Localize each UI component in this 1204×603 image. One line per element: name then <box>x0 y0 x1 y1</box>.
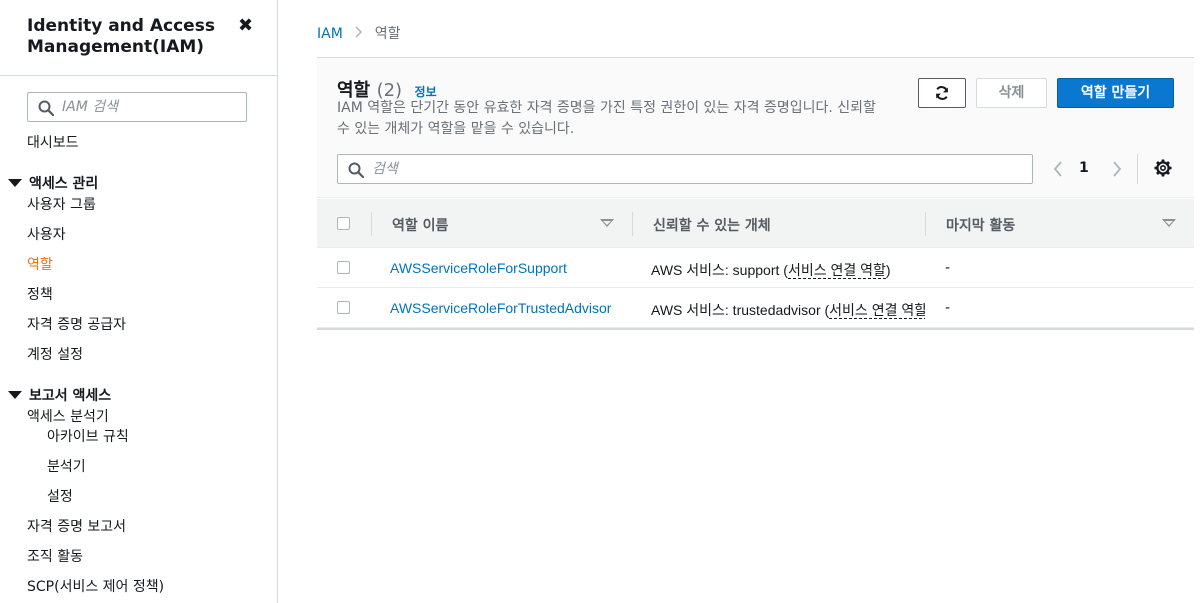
sidebar-section-access-management[interactable]: 액세스 관리 <box>8 173 98 193</box>
service-linked-role-label[interactable]: 서비스 연결 역할 <box>829 302 925 319</box>
sidebar-item-credential-report[interactable]: 자격 증명 보고서 <box>27 516 126 536</box>
sidebar-item-organization-activity[interactable]: 조직 활동 <box>27 546 83 566</box>
sidebar-item-analyzer-settings[interactable]: 설정 <box>47 486 73 506</box>
row-checkbox[interactable] <box>337 261 350 274</box>
column-header-trusted-entities[interactable]: 신뢰할 수 있는 개체 <box>653 215 771 235</box>
info-link[interactable]: 정보 <box>415 85 437 99</box>
sort-icon[interactable] <box>1162 219 1176 227</box>
table-row[interactable]: AWSServiceRoleForSupport AWS 서비스: suppor… <box>317 248 1194 288</box>
table-search[interactable] <box>337 154 1033 184</box>
column-divider <box>925 212 926 236</box>
gear-icon[interactable] <box>1154 159 1172 177</box>
breadcrumb: IAM 역할 <box>317 23 401 43</box>
chevron-right-icon <box>355 26 363 42</box>
sidebar-item-analyzers[interactable]: 분석기 <box>47 456 86 476</box>
sidebar-item-account-settings[interactable]: 계정 설정 <box>27 344 83 364</box>
caret-down-icon <box>8 391 22 399</box>
create-role-button[interactable]: 역할 만들기 <box>1057 78 1174 108</box>
column-header-last-activity[interactable]: 마지막 활동 <box>946 215 1015 235</box>
sort-icon[interactable] <box>600 219 614 227</box>
sidebar-item-policies[interactable]: 정책 <box>27 284 53 304</box>
search-icon <box>38 100 54 116</box>
sidebar: Identity and Access Management(IAM) ✖ 대시… <box>0 0 278 603</box>
breadcrumb-current: 역할 <box>374 26 401 42</box>
sidebar-title: Identity and Access Management(IAM) <box>27 16 215 57</box>
table-bottom-border <box>317 328 1194 330</box>
sidebar-item-access-analyzer[interactable]: 액세스 분석기 <box>27 406 109 426</box>
sidebar-item-scp[interactable]: SCP(서비스 제어 정책) <box>27 576 164 596</box>
sidebar-section-access-reports[interactable]: 보고서 액세스 <box>8 385 111 405</box>
close-icon[interactable]: ✖ <box>238 16 256 36</box>
last-activity: - <box>945 300 951 316</box>
trusted-entity: AWS 서비스: support (서비스 연결 역할) <box>651 260 925 280</box>
delete-button[interactable]: 삭제 <box>976 78 1047 108</box>
trusted-entity-text: AWS 서비스: support ( <box>651 262 788 278</box>
trusted-entity: AWS 서비스: trustedadvisor (서비스 연결 역할) <box>651 300 925 320</box>
breadcrumb-iam-link[interactable]: IAM <box>317 26 343 42</box>
refresh-button[interactable] <box>918 78 966 108</box>
role-name-link[interactable]: AWSServiceRoleForSupport <box>390 260 567 276</box>
select-all-checkbox[interactable] <box>337 217 350 230</box>
sidebar-item-archive-rules[interactable]: 아카이브 규칙 <box>47 426 129 446</box>
sidebar-item-user-groups[interactable]: 사용자 그룹 <box>27 194 96 214</box>
sidebar-search[interactable] <box>27 92 247 122</box>
sidebar-section-label: 보고서 액세스 <box>29 388 112 404</box>
column-divider <box>371 212 372 236</box>
trusted-entity-suffix: ) <box>885 262 891 278</box>
table-header: 역할 이름 신뢰할 수 있는 개체 마지막 활동 <box>317 199 1194 248</box>
sidebar-item-roles[interactable]: 역할 <box>27 254 53 274</box>
sidebar-header: Identity and Access Management(IAM) <box>27 16 257 58</box>
sidebar-item-dashboard[interactable]: 대시보드 <box>27 132 79 152</box>
caret-down-icon <box>8 179 22 187</box>
row-checkbox[interactable] <box>337 301 350 314</box>
sidebar-divider <box>0 75 277 76</box>
roles-panel-header: 역할 (2) 정보 IAM 역할은 단기간 동안 유효한 자격 증명을 가진 특… <box>317 58 1194 198</box>
service-linked-role-label[interactable]: 서비스 연결 역할 <box>787 262 886 279</box>
refresh-icon <box>936 86 948 100</box>
roles-panel: 역할 (2) 정보 IAM 역할은 단기간 동안 유효한 자격 증명을 가진 특… <box>317 57 1194 330</box>
column-header-role-name[interactable]: 역할 이름 <box>392 215 448 235</box>
column-divider <box>632 212 633 236</box>
last-activity: - <box>945 260 951 276</box>
trusted-entity-text: AWS 서비스: trustedadvisor ( <box>651 302 830 318</box>
chevron-left-icon[interactable] <box>1051 158 1065 180</box>
table-search-input[interactable] <box>372 158 1012 180</box>
sidebar-section-label: 액세스 관리 <box>29 176 99 192</box>
chevron-right-icon[interactable] <box>1110 158 1124 180</box>
sidebar-search-input[interactable] <box>62 96 242 118</box>
pagination-page[interactable]: 1 <box>1079 160 1089 176</box>
pagination-divider <box>1137 154 1138 184</box>
panel-description: IAM 역할은 단기간 동안 유효한 자격 증명을 가진 특정 권한이 있는 자… <box>337 100 876 137</box>
sidebar-item-users[interactable]: 사용자 <box>27 224 66 244</box>
role-name-link[interactable]: AWSServiceRoleForTrustedAdvisor <box>390 300 611 316</box>
table-row[interactable]: AWSServiceRoleForTrustedAdvisor AWS 서비스:… <box>317 288 1194 328</box>
sidebar-item-identity-providers[interactable]: 자격 증명 공급자 <box>27 314 126 334</box>
search-icon <box>348 162 364 178</box>
